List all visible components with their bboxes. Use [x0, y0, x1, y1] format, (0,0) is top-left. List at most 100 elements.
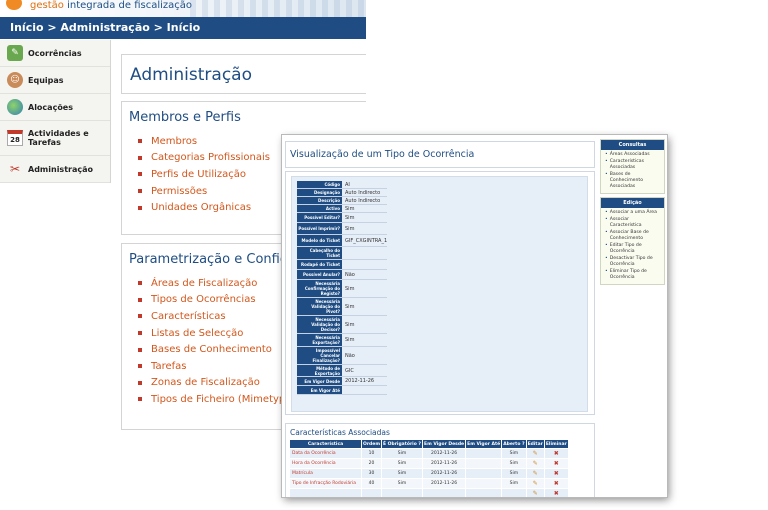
consultas-title: Consultas: [601, 140, 664, 150]
cell-name[interactable]: [289, 488, 362, 497]
delete-icon: ✖: [553, 470, 559, 477]
link-associar-caracteristica[interactable]: Associar Característica: [605, 217, 662, 230]
link-areas-associadas[interactable]: Áreas Associadas: [605, 152, 662, 159]
field-row: Possível Anular? Não: [297, 270, 388, 280]
section-title: Membros e Perfis: [129, 110, 241, 125]
field-row: Designação Auto Indirecto: [297, 189, 388, 197]
field-label: Modelo do Ticket: [297, 235, 342, 246]
table-row: ✎ ✖: [289, 488, 569, 497]
cell-open: Sim: [501, 478, 527, 489]
pencil-icon: ✎: [532, 460, 538, 467]
field-label: Possível Anular?: [297, 270, 342, 279]
sidebar-item-label: Alocações: [28, 102, 73, 112]
link-eliminar-tipo[interactable]: Eliminar Tipo de Ocorrência: [605, 269, 662, 282]
edit-button[interactable]: ✎: [525, 468, 545, 479]
field-label: Necessária Confirmação do Registo?: [297, 280, 342, 297]
field-label: Método de Exportação: [297, 365, 342, 376]
team-icon: ☺: [7, 72, 23, 88]
col-vigor-desde: Em Vigor Desde: [421, 439, 467, 449]
cell-from: [421, 488, 467, 497]
field-label: Necessária Validação do Pivot?: [297, 298, 342, 315]
breadcrumb[interactable]: Início > Administração > Início: [0, 17, 366, 39]
sidebar-item-ocorrencias[interactable]: ✎ Ocorrências: [0, 40, 110, 67]
edit-button[interactable]: ✎: [525, 448, 545, 459]
cell-name[interactable]: Hora da Ocorrência: [289, 458, 362, 469]
sidebar-item-administracao[interactable]: ✂ Administração: [0, 156, 110, 183]
globe-icon: [7, 99, 23, 115]
pencil-icon: ✎: [532, 480, 538, 487]
cell-name[interactable]: Data da Ocorrência: [289, 448, 362, 459]
field-value: Sim: [345, 303, 355, 310]
occurrences-icon: ✎: [7, 45, 23, 61]
sidebar-item-label: Ocorrências: [28, 48, 82, 58]
field-row: Em Vigor Até: [297, 386, 388, 395]
field-row: Impossível Cancelar Finalização? Não: [297, 347, 388, 365]
window-title: Visualização de um Tipo de Ocorrência: [285, 141, 595, 168]
cell-order: 40: [360, 478, 383, 489]
delete-icon: ✖: [553, 450, 559, 457]
detail-form: Código AI Designação Auto Indirecto Descri…: [297, 181, 388, 395]
pencil-icon: ✎: [532, 490, 538, 497]
field-row: Modelo do Ticket GIF_CXGINTRA_1: [297, 235, 388, 247]
delete-button[interactable]: ✖: [543, 458, 569, 469]
occurrence-type-window: Visualização de um Tipo de Ocorrência Có…: [282, 135, 667, 497]
cell-to: [465, 488, 503, 497]
delete-button[interactable]: ✖: [543, 478, 569, 489]
sidebar-item-actividades[interactable]: 28 Actividades e Tarefas: [0, 121, 110, 156]
field-row: Em Vigor Desde 2012-11-26: [297, 377, 388, 386]
field-row: Necessária Confirmação do Registo? Sim: [297, 280, 388, 298]
field-label: Rodapé do Ticket: [297, 260, 342, 269]
field-value: Sim: [345, 285, 355, 292]
link-bases-conhecimento-associadas[interactable]: Bases de Conhecimento Associadas: [605, 172, 662, 191]
delete-button[interactable]: ✖: [543, 488, 569, 497]
sidebar-item-alocacoes[interactable]: Alocações: [0, 94, 110, 121]
field-label: Em Vigor Desde: [297, 377, 342, 385]
field-label: Possível Imprimir?: [297, 223, 342, 234]
edicao-title: Edição: [601, 198, 664, 208]
cell-order: 30: [360, 468, 383, 479]
edicao-box: Edição Associar a uma Área Associar Cara…: [600, 197, 665, 285]
link-desactivar-tipo[interactable]: Desactivar Tipo de Ocorrência: [605, 256, 662, 269]
header-banner: gestão integrada de fiscalização: [0, 0, 366, 17]
delete-icon: ✖: [553, 490, 559, 497]
delete-button[interactable]: ✖: [543, 448, 569, 459]
delete-button[interactable]: ✖: [543, 468, 569, 479]
link-associar-area[interactable]: Associar a uma Área: [605, 210, 662, 217]
edit-button[interactable]: ✎: [525, 488, 545, 497]
cell-to: [465, 478, 503, 489]
field-row: Necessária Validação do Decisor? Sim: [297, 316, 388, 334]
col-obrigatorio: É Obrigatório ?: [381, 439, 423, 449]
sidebar-item-equipas[interactable]: ☺ Equipas: [0, 67, 110, 94]
field-value: Auto Indirecto: [345, 189, 381, 196]
field-label: Activo: [297, 205, 342, 212]
cell-open: [501, 488, 527, 497]
field-label: Cabeçalho do Ticket: [297, 247, 342, 259]
cell-name[interactable]: Matrícula: [289, 468, 362, 479]
field-value: Não: [345, 352, 355, 359]
link-caracteristicas-associadas[interactable]: Características Associadas: [605, 159, 662, 172]
characteristics-title: Características Associadas: [290, 428, 390, 437]
cell-order: 10: [360, 448, 383, 459]
cell-name[interactable]: Tipo de Infracção Rodoviária: [289, 478, 362, 489]
field-value: Sim: [345, 205, 355, 212]
col-eliminar: Eliminar: [543, 439, 569, 449]
cell-from: 2012-11-26: [421, 458, 467, 469]
link-editar-tipo[interactable]: Editar Tipo de Ocorrência: [605, 243, 662, 256]
cell-order: [360, 488, 383, 497]
detail-card: Código AI Designação Auto Indirecto Descri…: [285, 171, 595, 415]
field-label: Código: [297, 181, 342, 188]
logo-icon: [6, 0, 22, 10]
cell-open: Sim: [501, 468, 527, 479]
sidebar-item-label: Actividades e Tarefas: [28, 129, 89, 147]
link-associar-base-conhecimento[interactable]: Associar Base de Conhecimento: [605, 230, 662, 243]
cell-open: Sim: [501, 448, 527, 459]
field-label: Necessária Exportação?: [297, 334, 342, 346]
cell-from: 2012-11-26: [421, 468, 467, 479]
edit-button[interactable]: ✎: [525, 478, 545, 489]
cell-required: Sim: [381, 458, 423, 469]
brand-prefix: gestão: [30, 0, 64, 11]
edit-button[interactable]: ✎: [525, 458, 545, 469]
table-row: Hora da Ocorrência 20 Sim 2012-11-26 Sim…: [289, 458, 569, 469]
field-value: Sim: [345, 214, 355, 221]
col-aberto: Aberto ?: [501, 439, 527, 449]
